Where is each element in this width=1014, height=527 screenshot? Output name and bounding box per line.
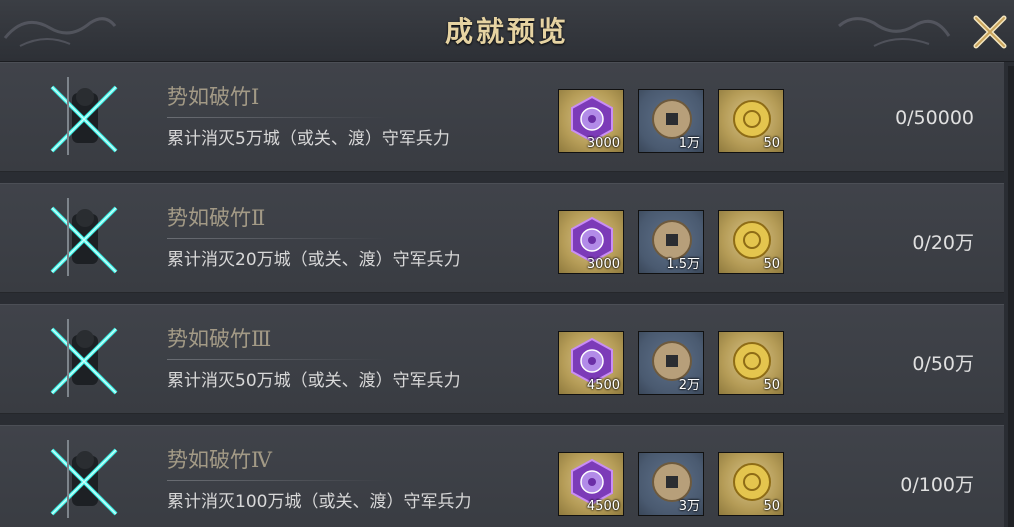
achievement-description: 累计消灭100万城（或关、渡）守军兵力 <box>167 492 472 512</box>
progress-text: 0/50万 <box>912 353 974 375</box>
cloud-ornament-right <box>838 17 951 47</box>
achievement-description: 累计消灭20万城（或关、渡）守军兵力 <box>167 250 461 270</box>
crossed-swords-warrior-icon <box>50 440 118 518</box>
crossed-swords-warrior-icon <box>50 198 118 276</box>
reward-quantity: 4500 <box>586 499 620 514</box>
crossed-swords-warrior-icon <box>50 77 118 155</box>
progress-text: 0/100万 <box>900 474 974 496</box>
achievement-row: 势如破竹Ⅲ 累计消灭50万城（或关、渡）守军兵力 4500 2万 50 0/50… <box>0 304 1004 414</box>
reward-gold-coin[interactable]: 50 <box>718 452 784 516</box>
progress-text: 0/20万 <box>912 232 974 254</box>
reward-quantity: 50 <box>763 378 780 393</box>
reward-purple-token[interactable]: 4500 <box>558 452 624 516</box>
achievement-name: 势如破竹Ⅳ <box>167 448 272 472</box>
reward-purple-token[interactable]: 3000 <box>558 89 624 153</box>
reward-quantity: 50 <box>763 136 780 151</box>
reward-quantity: 3万 <box>678 499 700 514</box>
close-button[interactable] <box>970 10 1010 52</box>
achievement-name: 势如破竹Ⅱ <box>167 206 266 230</box>
reward-quantity: 50 <box>763 499 780 514</box>
reward-copper-coin[interactable]: 1.5万 <box>638 210 704 274</box>
reward-purple-token[interactable]: 4500 <box>558 331 624 395</box>
reward-copper-coin[interactable]: 1万 <box>638 89 704 153</box>
achievement-name: 势如破竹Ⅲ <box>167 327 272 351</box>
reward-copper-coin[interactable]: 3万 <box>638 452 704 516</box>
reward-quantity: 3000 <box>586 136 620 151</box>
achievement-name: 势如破竹Ⅰ <box>167 85 260 109</box>
divider <box>167 117 387 118</box>
reward-quantity: 3000 <box>586 257 620 272</box>
reward-quantity: 1.5万 <box>666 257 700 272</box>
divider <box>167 480 387 481</box>
close-icon <box>973 15 1007 49</box>
reward-gold-coin[interactable]: 50 <box>718 210 784 274</box>
progress-text: 0/50000 <box>895 107 974 129</box>
achievement-row: 势如破竹Ⅱ 累计消灭20万城（或关、渡）守军兵力 3000 1.5万 50 0/… <box>0 183 1004 293</box>
reward-purple-token[interactable]: 3000 <box>558 210 624 274</box>
achievement-description: 累计消灭50万城（或关、渡）守军兵力 <box>167 371 461 391</box>
reward-gold-coin[interactable]: 50 <box>718 331 784 395</box>
crossed-swords-warrior-icon <box>50 319 118 397</box>
reward-gold-coin[interactable]: 50 <box>718 89 784 153</box>
reward-copper-coin[interactable]: 2万 <box>638 331 704 395</box>
scrollbar[interactable] <box>1008 66 1014 527</box>
reward-quantity: 2万 <box>678 378 700 393</box>
reward-quantity: 4500 <box>586 378 620 393</box>
achievement-row: 势如破竹Ⅰ 累计消灭5万城（或关、渡）守军兵力 3000 1万 50 0/500… <box>0 62 1004 172</box>
divider <box>167 359 387 360</box>
achievement-row: 势如破竹Ⅳ 累计消灭100万城（或关、渡）守军兵力 4500 3万 50 0/1… <box>0 425 1004 527</box>
reward-quantity: 50 <box>763 257 780 272</box>
reward-quantity: 1万 <box>678 136 700 151</box>
divider <box>167 238 387 239</box>
header-bar: 成就预览 <box>0 0 1014 62</box>
achievement-description: 累计消灭5万城（或关、渡）守军兵力 <box>167 129 450 149</box>
